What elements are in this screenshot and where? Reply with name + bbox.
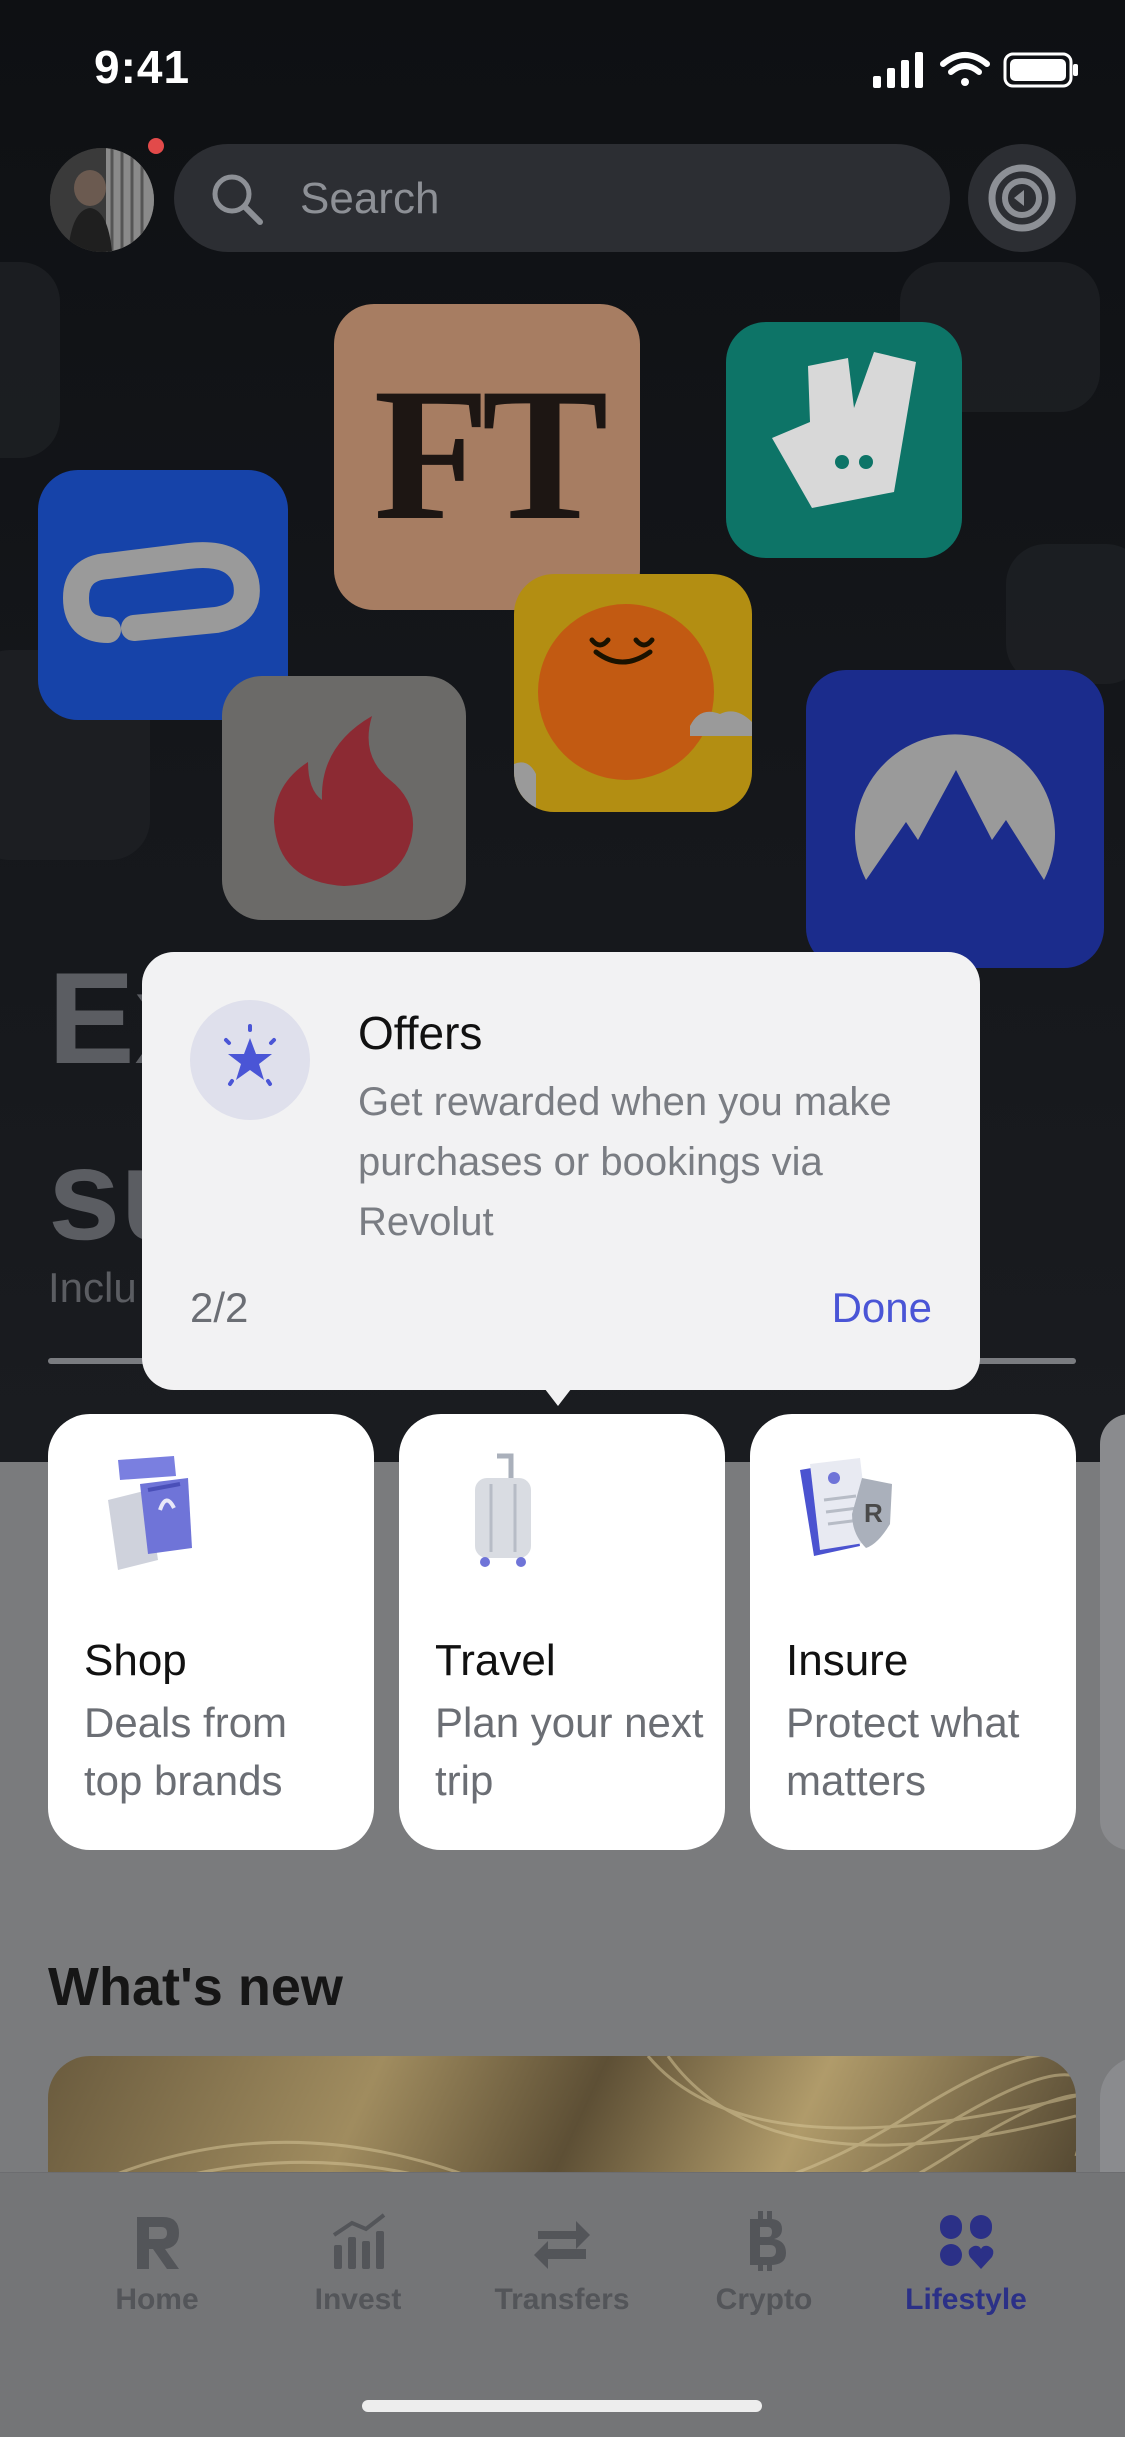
tooltip-step-counter: 2/2 <box>190 1284 249 1331</box>
app-tile-deliveroo[interactable] <box>726 322 962 558</box>
tooltip-description: Get rewarded when you make purchases or … <box>358 1080 892 1244</box>
notification-dot <box>148 138 164 154</box>
tab-invest[interactable]: Invest <box>258 2211 458 2321</box>
ghost-tile <box>1006 544 1125 684</box>
svg-text:R: R <box>864 1498 883 1528</box>
status-time: 9:41 <box>94 41 191 93</box>
shop-card[interactable]: Shop Deals from top brands <box>48 1414 374 1850</box>
app-tile-headspace[interactable] <box>514 574 752 812</box>
travel-card-description: Plan your next trip <box>435 1699 704 1804</box>
shop-card-description: Deals from top brands <box>84 1699 288 1804</box>
rewards-button[interactable] <box>968 144 1076 252</box>
hero-subtitle: Inclu <box>48 1264 137 1311</box>
bitcoin-icon <box>750 2211 786 2271</box>
status-icons <box>873 52 1078 88</box>
insure-card-description: Protect what matters <box>786 1699 1020 1804</box>
arrows-swap-icon <box>534 2221 590 2269</box>
ft-logo-text: FT <box>373 350 609 560</box>
offers-star-icon <box>224 1024 276 1086</box>
travel-card[interactable]: Travel Plan your next trip <box>399 1414 725 1850</box>
tooltip-done-button[interactable]: Done <box>832 1284 932 1332</box>
ghost-tile <box>0 262 60 458</box>
tinder-icon <box>274 716 414 886</box>
search-icon <box>212 174 263 225</box>
headspace-icon <box>514 604 752 812</box>
next-card-peek[interactable] <box>1100 1414 1125 1850</box>
tab-transfers[interactable]: Transfers <box>462 2211 662 2321</box>
tab-home[interactable]: Home <box>57 2211 257 2321</box>
avatar-image <box>50 148 154 252</box>
chart-bars-icon <box>332 2213 386 2269</box>
tab-lifestyle[interactable]: Lifestyle <box>866 2211 1066 2321</box>
tab-bar: Home Invest Transfers Crypto Lifestyle <box>0 2172 1125 2437</box>
tooltip-arrow <box>538 1380 578 1406</box>
insure-card-title: Insure <box>786 1636 909 1685</box>
tab-invest-label: Invest <box>314 2283 402 2316</box>
signal-icon <box>873 52 923 88</box>
battery-icon <box>1003 52 1078 88</box>
wifi-icon <box>940 52 990 86</box>
lifestyle-icon <box>940 2215 994 2269</box>
tooltip-title: Offers <box>358 1007 483 1059</box>
offers-tooltip: Offers Get rewarded when you make purcha… <box>142 952 980 1390</box>
offers-icon-container <box>190 1000 310 1120</box>
search-input[interactable]: Search <box>174 144 950 252</box>
tab-home-label: Home <box>115 2283 199 2316</box>
nordvpn-icon <box>855 734 1055 880</box>
app-tile-nordvpn[interactable] <box>806 670 1104 968</box>
tab-crypto[interactable]: Crypto <box>664 2211 864 2321</box>
tab-lifestyle-label: Lifestyle <box>905 2283 1027 2316</box>
avatar[interactable] <box>50 148 154 252</box>
shopping-bag-icon <box>108 1456 192 1570</box>
suitcase-icon <box>475 1453 531 1567</box>
deliveroo-icon <box>772 352 916 508</box>
tab-crypto-label: Crypto <box>715 2283 813 2316</box>
app-tile-ft[interactable]: FT <box>334 304 640 610</box>
tab-transfers-label: Transfers <box>494 2283 630 2316</box>
rewards-icon <box>988 164 1056 232</box>
insure-card[interactable]: R Insure Protect what matters <box>750 1414 1076 1850</box>
whats-new-title: What's new <box>48 1957 343 2017</box>
insurance-shield-icon: R <box>800 1458 892 1556</box>
shop-card-title: Shop <box>84 1636 187 1685</box>
search-placeholder: Search <box>300 174 440 223</box>
app-tile-tinder[interactable] <box>222 676 466 920</box>
revolut-r-icon <box>137 2217 179 2269</box>
travel-card-title: Travel <box>435 1636 556 1685</box>
home-indicator <box>362 2400 762 2412</box>
